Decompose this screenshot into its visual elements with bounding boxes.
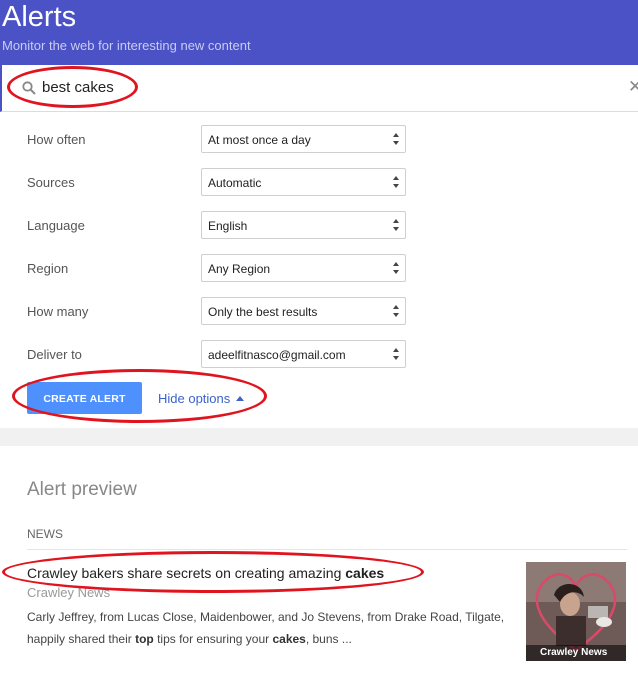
option-label-region: Region <box>27 261 69 276</box>
article-source: Crawley News <box>27 585 111 600</box>
hide-options-label: Hide options <box>158 391 231 406</box>
region-value: Any Region <box>208 262 271 276</box>
language-value: English <box>208 219 248 233</box>
search-bar[interactable]: best cakes ✕ <box>0 65 638 112</box>
article-snippet: Carly Jeffrey, from Lucas Close, Maidenb… <box>27 606 507 650</box>
snippet-text: tips for ensuring your <box>153 632 273 646</box>
select-arrows-icon <box>393 219 399 231</box>
preview-title: Alert preview <box>27 479 137 500</box>
thumbnail-caption: Crawley News <box>526 645 626 661</box>
snippet-highlight: cakes <box>272 632 306 646</box>
section-heading: NEWS <box>27 527 63 541</box>
sources-value: Automatic <box>208 176 262 190</box>
select-arrows-icon <box>393 176 399 188</box>
search-icon <box>22 81 36 95</box>
article-title-highlight: cakes <box>345 565 385 581</box>
section-divider-line <box>27 549 627 550</box>
article-title-link[interactable]: Crawley bakers share secrets on creating… <box>27 565 384 581</box>
select-arrows-icon <box>393 348 399 360</box>
option-label-how-many: How many <box>27 304 89 319</box>
region-select[interactable]: Any Region <box>201 254 406 282</box>
option-label-how-often: How often <box>27 132 86 147</box>
language-select[interactable]: English <box>201 211 406 239</box>
select-arrows-icon <box>393 305 399 317</box>
deliver-to-value: adeelfitnasco@gmail.com <box>208 348 346 362</box>
option-label-sources: Sources <box>27 175 75 190</box>
alert-preview-panel: Alert preview NEWS Crawley bakers share … <box>0 446 638 678</box>
select-arrows-icon <box>393 262 399 274</box>
create-alert-button[interactable]: CREATE ALERT <box>27 382 142 414</box>
how-many-select[interactable]: Only the best results <box>201 297 406 325</box>
how-often-value: At most once a day <box>208 133 311 147</box>
article-thumbnail[interactable]: Crawley News <box>526 562 626 661</box>
page-subtitle: Monitor the web for interesting new cont… <box>2 38 251 53</box>
caret-up-icon <box>236 396 245 401</box>
how-many-value: Only the best results <box>208 305 318 319</box>
alert-options-panel: How often At most once a day Sources Aut… <box>0 112 638 428</box>
deliver-to-select[interactable]: adeelfitnasco@gmail.com <box>201 340 406 368</box>
sources-select[interactable]: Automatic <box>201 168 406 196</box>
page-title: Alerts <box>2 1 77 33</box>
snippet-text: , buns ... <box>305 632 352 646</box>
option-label-language: Language <box>27 218 85 233</box>
snippet-highlight: top <box>135 632 154 646</box>
section-divider <box>0 428 638 446</box>
app-header: Alerts Monitor the web for interesting n… <box>0 0 638 65</box>
how-often-select[interactable]: At most once a day <box>201 125 406 153</box>
select-arrows-icon <box>393 133 399 145</box>
option-label-deliver-to: Deliver to <box>27 347 82 362</box>
hide-options-link[interactable]: Hide options <box>158 391 245 406</box>
search-input[interactable]: best cakes <box>42 79 114 96</box>
article-title-text: Crawley bakers share secrets on creating… <box>27 565 346 581</box>
close-icon[interactable]: ✕ <box>628 77 638 97</box>
